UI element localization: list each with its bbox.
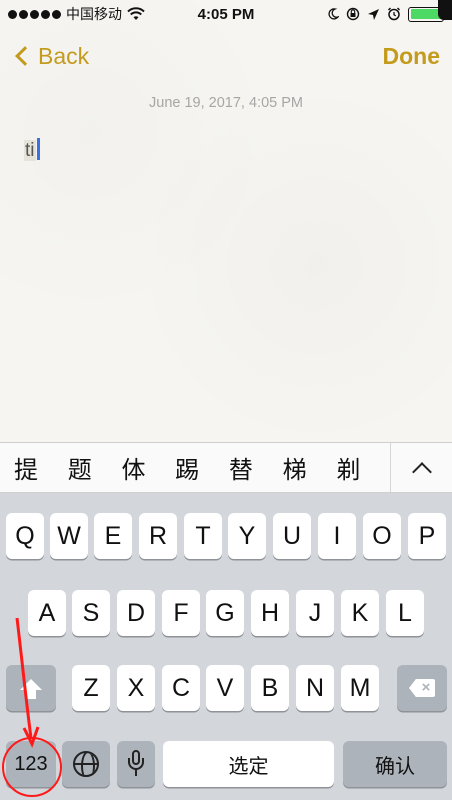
shift-key[interactable] — [6, 665, 56, 711]
key-k[interactable]: K — [341, 590, 379, 636]
key-r[interactable]: R — [139, 513, 177, 559]
chevron-left-icon — [15, 46, 35, 66]
space-key[interactable]: 选定 — [163, 741, 334, 787]
carrier-name: 中国移动 — [66, 6, 122, 22]
marked-text: ti — [24, 140, 36, 161]
key-u[interactable]: U — [273, 513, 311, 559]
candidate-word[interactable]: 踢 — [175, 450, 229, 485]
status-left: 中国移动 — [8, 4, 145, 24]
chevron-up-icon — [411, 461, 432, 482]
key-j[interactable]: J — [296, 590, 334, 636]
key-p[interactable]: P — [408, 513, 446, 559]
key-q[interactable]: Q — [6, 513, 44, 559]
moon-icon — [328, 8, 339, 20]
note-date: June 19, 2017, 4:05 PM — [149, 95, 303, 111]
key-s[interactable]: S — [72, 590, 110, 636]
delete-key[interactable]: × — [397, 665, 447, 711]
key-x[interactable]: X — [117, 665, 155, 711]
key-e[interactable]: E — [94, 513, 132, 559]
location-arrow-icon — [368, 8, 379, 20]
key-n[interactable]: N — [296, 665, 334, 711]
navigation-bar: Back Done — [0, 30, 452, 82]
key-w[interactable]: W — [50, 513, 88, 559]
key-i[interactable]: I — [318, 513, 356, 559]
key-o[interactable]: O — [363, 513, 401, 559]
shift-stem-icon — [26, 690, 36, 699]
return-key[interactable]: 确认 — [343, 741, 447, 787]
note-editor[interactable]: ti — [24, 138, 424, 168]
signal-dot — [19, 9, 28, 19]
candidate-list: 提 题 体 踢 替 梯 剃 — [0, 443, 390, 492]
wifi-icon — [127, 7, 145, 20]
expand-candidates-button[interactable] — [390, 443, 452, 492]
candidate-word[interactable]: 题 — [68, 450, 122, 485]
key-m[interactable]: M — [341, 665, 379, 711]
candidate-word[interactable]: 剃 — [336, 450, 390, 485]
done-button[interactable]: Done — [383, 43, 441, 70]
key-g[interactable]: G — [206, 590, 244, 636]
candidate-word[interactable]: 梯 — [283, 450, 337, 485]
key-z[interactable]: Z — [72, 665, 110, 711]
candidate-bar: 提 题 体 踢 替 梯 剃 — [0, 442, 452, 493]
alarm-clock-icon — [387, 7, 401, 21]
key-t[interactable]: T — [184, 513, 222, 559]
signal-dot — [8, 9, 17, 19]
key-c[interactable]: C — [162, 665, 200, 711]
back-button[interactable]: Back — [12, 43, 89, 70]
key-f[interactable]: F — [162, 590, 200, 636]
candidate-word[interactable]: 替 — [229, 450, 283, 485]
candidate-word[interactable]: 体 — [121, 450, 175, 485]
screen-corner-mark — [438, 0, 452, 20]
key-v[interactable]: V — [206, 665, 244, 711]
status-right — [327, 6, 447, 22]
back-button-label: Back — [38, 42, 90, 69]
key-y[interactable]: Y — [228, 513, 266, 559]
text-cursor — [36, 138, 40, 160]
signal-dot — [52, 9, 61, 19]
backspace-icon: × — [409, 679, 435, 697]
key-b[interactable]: B — [251, 665, 289, 711]
key-a[interactable]: A — [28, 590, 66, 636]
numbers-key[interactable]: 123 — [6, 741, 56, 787]
candidate-word[interactable]: 提 — [14, 450, 68, 485]
globe-icon — [73, 751, 99, 777]
microphone-icon — [127, 750, 145, 778]
key-d[interactable]: D — [117, 590, 155, 636]
signal-dot — [41, 9, 50, 19]
keyboard: Q W E R T Y U I O P A S D F G H J K L Z … — [0, 493, 452, 800]
dictation-key[interactable] — [117, 741, 155, 787]
signal-dot — [30, 9, 39, 19]
shift-arrow-icon — [20, 678, 42, 690]
rotation-lock-icon — [346, 7, 360, 21]
key-h[interactable]: H — [251, 590, 289, 636]
globe-key[interactable] — [62, 741, 110, 787]
signal-strength-icon — [8, 9, 61, 19]
status-bar: 中国移动 4:05 PM — [0, 0, 452, 28]
battery-level — [410, 9, 442, 19]
key-l[interactable]: L — [386, 590, 424, 636]
